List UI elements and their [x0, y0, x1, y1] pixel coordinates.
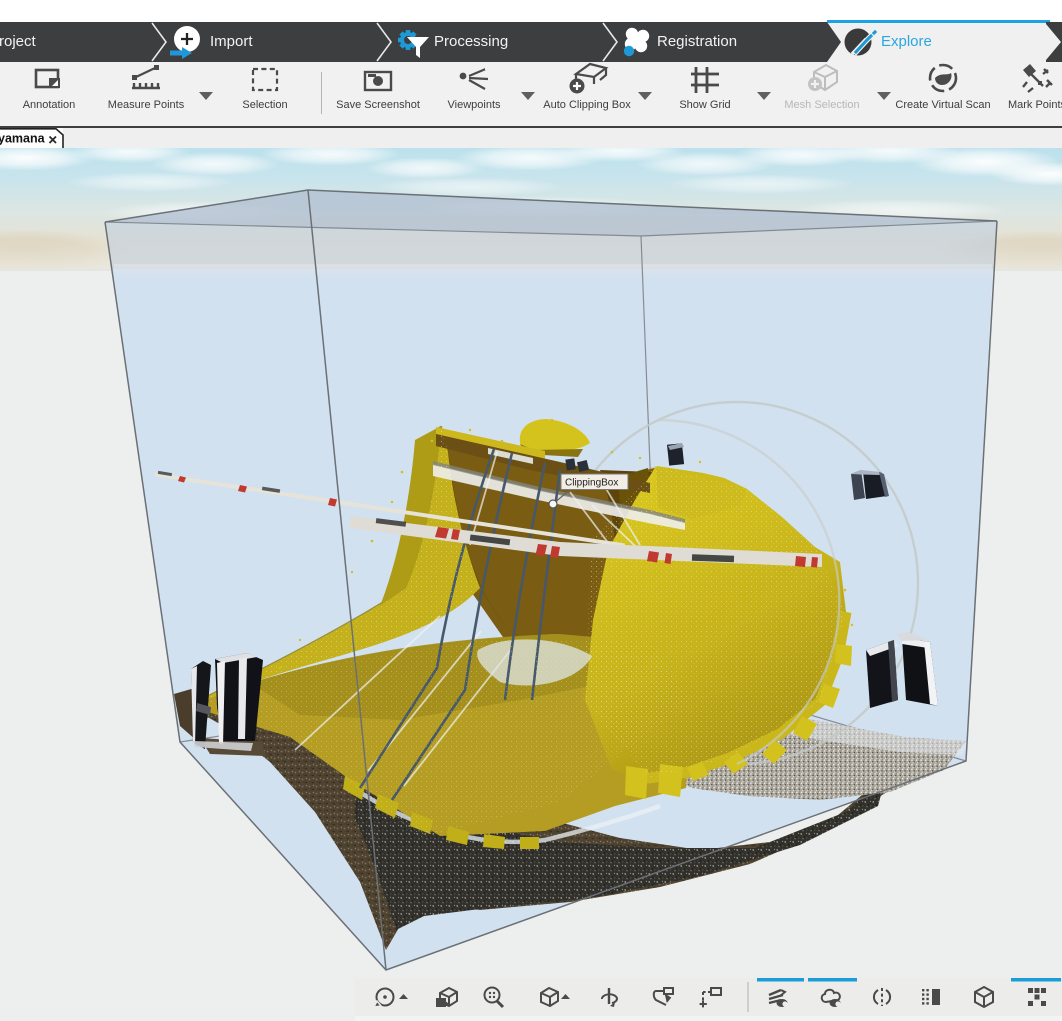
svg-text:ClippingBox: ClippingBox: [565, 478, 618, 489]
svg-text:yamana: yamana: [0, 132, 46, 146]
